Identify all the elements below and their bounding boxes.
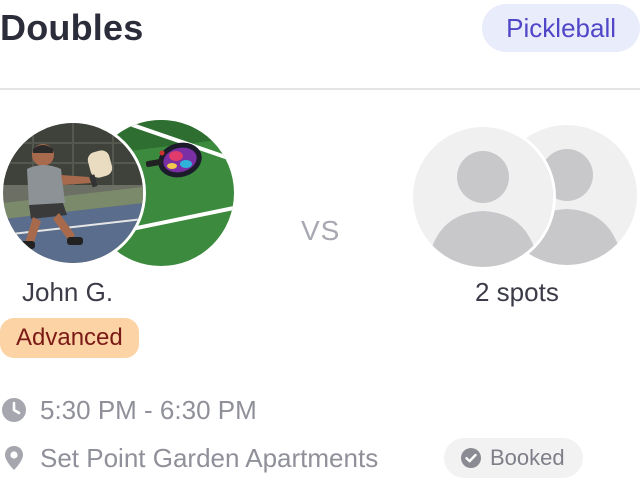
event-card[interactable]: Doubles Pickleball VS John G. 2 spots Ad… [0,0,640,478]
time-row: 5:30 PM - 6:30 PM [0,390,257,430]
user-placeholder-icon [413,127,553,267]
check-circle-icon [460,447,482,469]
open-spots-label: 2 spots [475,277,559,307]
vs-label: VS [301,215,341,246]
player-name: John G. [22,277,114,307]
time-text: 5:30 PM - 6:30 PM [40,394,257,425]
skill-level-badge: Advanced [0,318,139,358]
sport-badge: Pickleball [482,4,640,52]
location-row: Set Point Garden Apartments [0,438,378,478]
player-avatar [0,120,146,266]
booked-status-badge: Booked [444,438,583,478]
event-title: Doubles [0,7,144,48]
location-text: Set Point Garden Apartments [40,442,379,473]
booked-status-text: Booked [490,445,565,470]
map-pin-icon [0,444,28,472]
header-divider [0,88,640,90]
empty-spot-avatar[interactable] [410,124,556,270]
clock-icon [0,396,28,424]
player-photo [3,123,143,263]
